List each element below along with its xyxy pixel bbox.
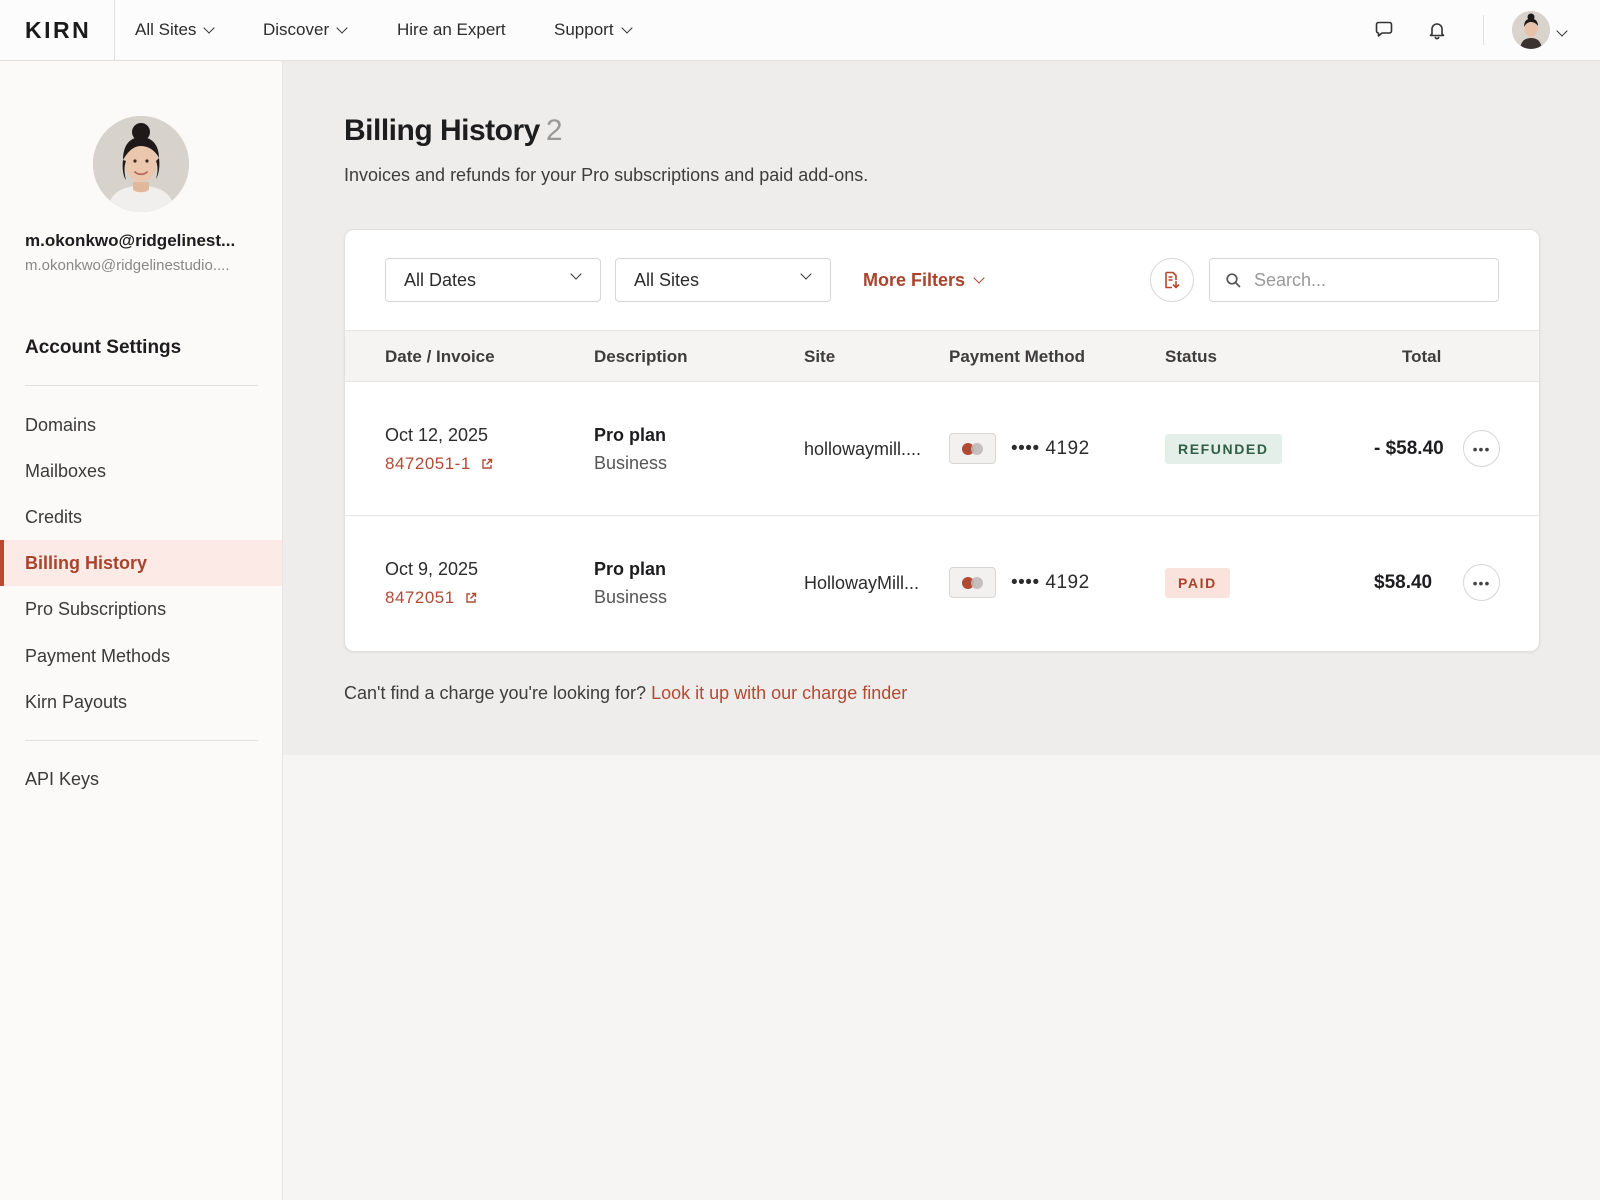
row-more-options-button[interactable]: ••• — [1463, 430, 1500, 467]
ellipsis-icon: ••• — [1472, 574, 1491, 591]
invoice-link[interactable]: 8472051-1 — [385, 454, 493, 474]
sidebar-item-label: Billing History — [25, 552, 148, 573]
dates-filter-select[interactable]: All Dates — [385, 258, 601, 302]
sidebar-item-mailboxes[interactable]: Mailboxes — [0, 448, 282, 494]
table-header: Date / Invoice Description Site Payment … — [345, 330, 1539, 382]
user-name: m.okonkwo@ridgelinest... — [25, 231, 236, 250]
row-more-options-button[interactable]: ••• — [1463, 564, 1500, 601]
card-number-masked: •••• 4192 — [1011, 572, 1090, 593]
sites-filter-select[interactable]: All Sites — [615, 258, 831, 302]
page-title: Billing History 2 — [344, 114, 563, 148]
column-header-site[interactable]: Site — [804, 347, 835, 367]
chevron-down-icon — [620, 21, 633, 34]
topbar-divider — [1483, 15, 1484, 45]
sidebar: m.okonkwo@ridgelinest... m.okonkwo@ridge… — [0, 61, 283, 1200]
search-input[interactable] — [1254, 269, 1484, 291]
row-total: - $58.40 — [1374, 438, 1444, 459]
sidebar-divider — [25, 385, 258, 386]
chevron-down-icon — [203, 21, 216, 34]
more-filters-label: More Filters — [863, 269, 966, 290]
export-document-icon — [1165, 271, 1180, 289]
external-link-icon — [465, 592, 476, 603]
sidebar-item-api-keys[interactable]: API Keys — [0, 756, 282, 802]
invoice-date: Oct 12, 2025 — [385, 425, 489, 445]
export-button[interactable] — [1150, 258, 1194, 302]
sidebar-item-payment-methods[interactable]: Payment Methods — [0, 633, 282, 679]
card-number-masked: •••• 4192 — [1011, 438, 1090, 459]
chevron-down-icon — [570, 268, 582, 280]
invoice-date: Oct 9, 2025 — [385, 559, 479, 579]
top-navigation-bar: KIRN All Sites Discover Hire an Expert S… — [0, 0, 1600, 61]
nav-hire-an-expert-label: Hire an Expert — [397, 20, 506, 39]
user-email: m.okonkwo@ridgelinestudio.... — [25, 257, 230, 274]
invoice-number: 8472051 — [385, 588, 455, 607]
ellipsis-icon: ••• — [1472, 440, 1491, 457]
profile-avatar — [93, 116, 189, 212]
table-row: Oct 9, 2025 8472051 Pro plan Business Ho… — [345, 516, 1539, 650]
user-avatar[interactable] — [1512, 11, 1550, 49]
site-name: HollowayMill... — [804, 573, 920, 593]
page-subtitle: Invoices and refunds for your Pro subscr… — [344, 165, 869, 185]
chevron-down-icon — [973, 271, 985, 284]
status-badge: PAID — [1165, 568, 1230, 598]
column-header-status[interactable]: Status — [1165, 347, 1217, 367]
nav-hire-an-expert[interactable]: Hire an Expert — [397, 0, 506, 60]
sidebar-item-label: API Keys — [25, 768, 100, 789]
sidebar-item-label: Kirn Payouts — [25, 691, 128, 712]
nav-discover-label: Discover — [263, 20, 330, 39]
sites-filter-value: All Sites — [634, 269, 700, 290]
account-settings-heading: Account Settings — [25, 337, 182, 358]
invoice-number: 8472051-1 — [385, 454, 471, 473]
plan-name: Pro plan — [594, 425, 667, 445]
search-field[interactable] — [1209, 258, 1499, 302]
nav-support[interactable]: Support — [554, 0, 633, 60]
column-header-total[interactable]: Total — [1402, 347, 1441, 367]
nav-discover[interactable]: Discover — [263, 0, 348, 60]
bell-icon[interactable] — [1425, 18, 1449, 42]
column-header-date-invoice[interactable]: Date / Invoice — [385, 347, 495, 367]
chevron-down-icon — [336, 21, 348, 34]
sidebar-item-label: Mailboxes — [25, 460, 107, 481]
sidebar-item-label: Payment Methods — [25, 645, 171, 666]
dates-filter-value: All Dates — [404, 269, 477, 290]
sidebar-item-billing-history[interactable]: Billing History — [0, 540, 282, 586]
search-icon — [1226, 272, 1241, 287]
chevron-down-icon[interactable] — [1556, 22, 1568, 40]
column-header-description[interactable]: Description — [594, 347, 688, 367]
billing-history-card: All Dates All Sites More Filters Date / … — [344, 229, 1540, 652]
credit-card-icon — [949, 433, 996, 464]
invoice-link[interactable]: 8472051 — [385, 588, 477, 608]
sidebar-item-label: Pro Subscriptions — [25, 598, 167, 619]
sidebar-item-credits[interactable]: Credits — [0, 494, 282, 540]
charge-finder-link[interactable]: Look it up with our charge finder — [651, 683, 907, 703]
sidebar-item-label: Domains — [25, 414, 97, 435]
nav-all-sites[interactable]: All Sites — [135, 0, 216, 60]
nav-all-sites-label: All Sites — [135, 20, 197, 39]
status-badge: REFUNDED — [1165, 434, 1282, 464]
plan-tier: Business — [594, 587, 668, 607]
credit-card-icon — [949, 567, 996, 598]
chat-bubble-icon[interactable] — [1372, 18, 1396, 42]
charge-finder-note: Can't find a charge you're looking for? … — [344, 683, 907, 704]
sidebar-divider — [25, 740, 258, 741]
plan-tier: Business — [594, 453, 668, 473]
sidebar-item-domains[interactable]: Domains — [0, 402, 282, 448]
kirn-logo[interactable]: KIRN — [0, 0, 115, 60]
page-title-text: Billing History — [344, 114, 540, 147]
more-filters-button[interactable]: More Filters — [863, 258, 985, 302]
page-title-count: 2 — [545, 114, 563, 147]
row-total: $58.40 — [1374, 572, 1433, 593]
sidebar-item-kirn-payouts[interactable]: Kirn Payouts — [0, 679, 282, 725]
plan-name: Pro plan — [594, 559, 667, 579]
charge-finder-text: Can't find a charge you're looking for? — [344, 683, 647, 703]
external-link-icon — [482, 458, 493, 469]
chevron-down-icon — [800, 268, 812, 280]
nav-support-label: Support — [554, 20, 614, 39]
site-name: hollowaymill.... — [804, 439, 922, 459]
sidebar-item-label: Credits — [25, 506, 83, 527]
column-header-payment-method[interactable]: Payment Method — [949, 347, 1085, 367]
sidebar-item-pro-subscriptions[interactable]: Pro Subscriptions — [0, 586, 282, 632]
table-row: Oct 12, 2025 8472051-1 Pro plan Business… — [345, 382, 1539, 516]
